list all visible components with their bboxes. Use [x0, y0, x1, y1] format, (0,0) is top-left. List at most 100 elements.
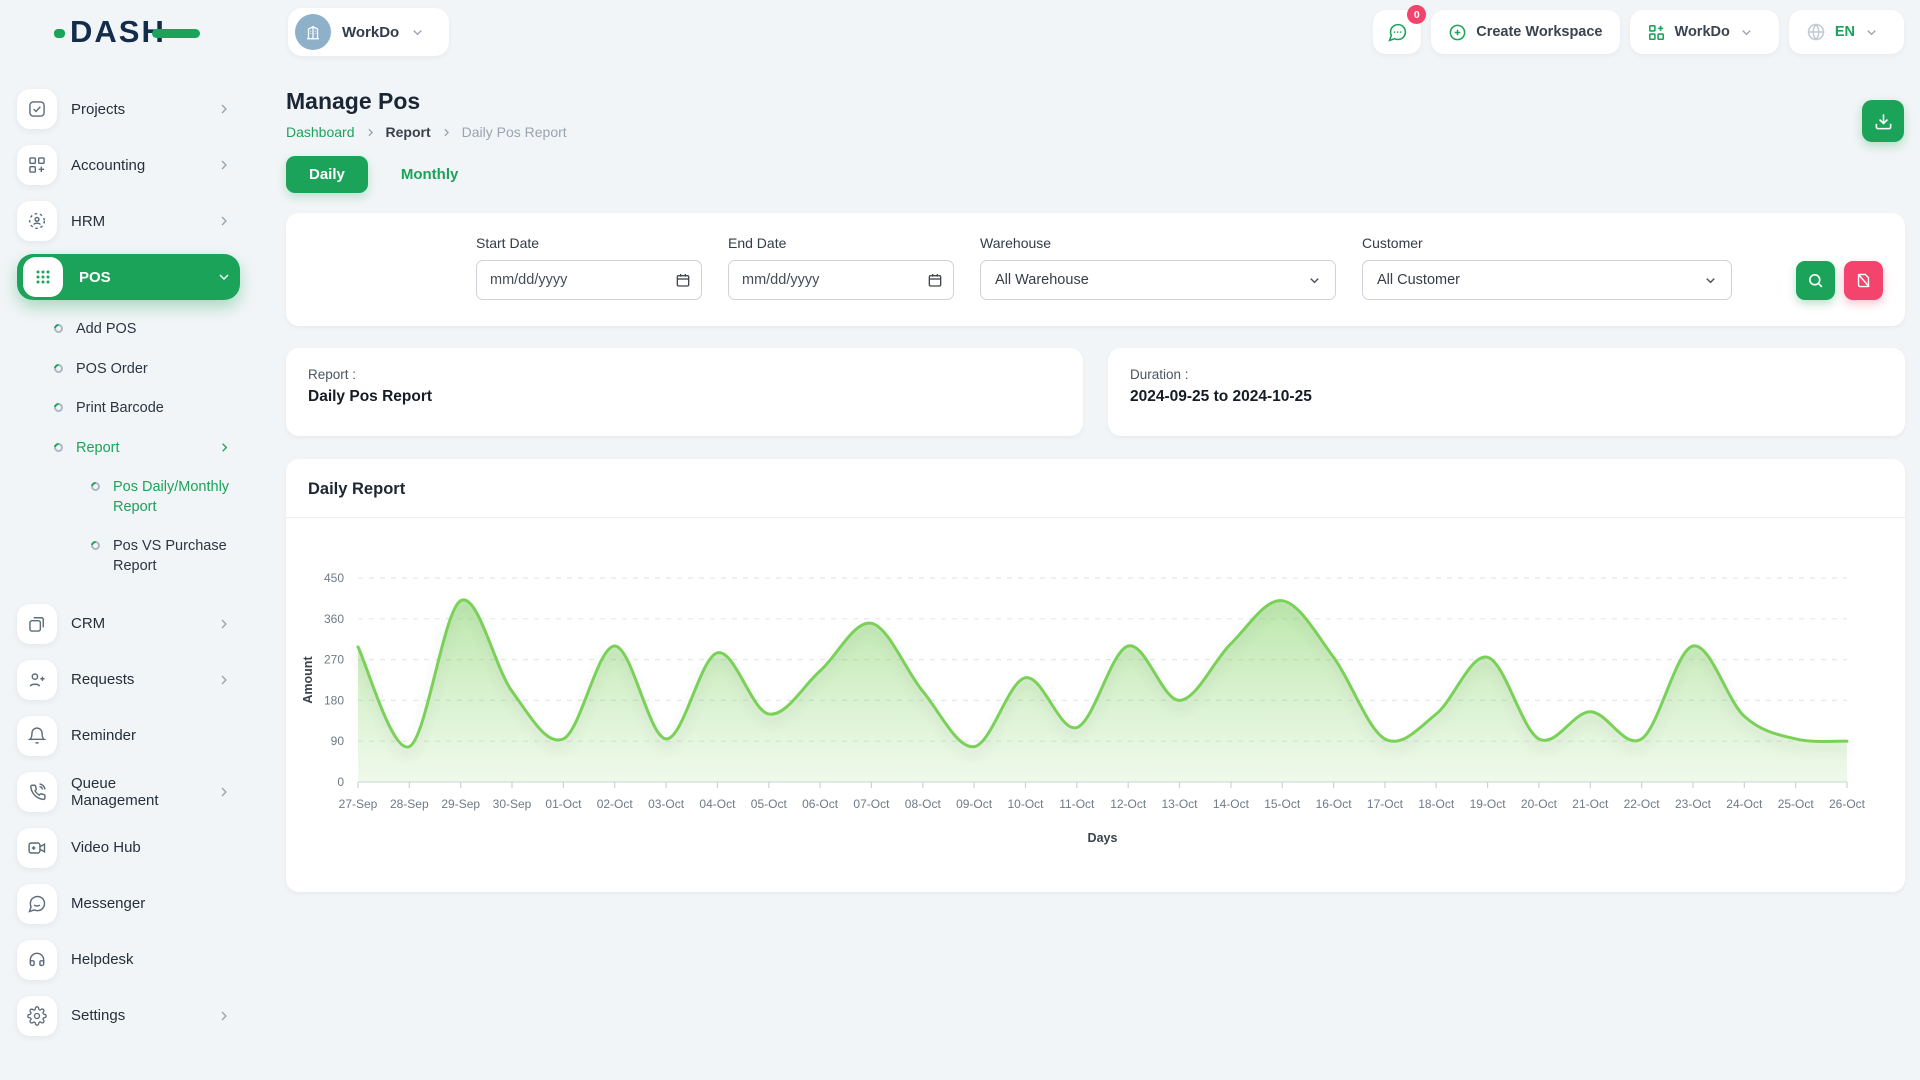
- svg-text:22-Oct: 22-Oct: [1624, 797, 1661, 811]
- create-workspace-label: Create Workspace: [1476, 24, 1602, 40]
- tab-daily[interactable]: Daily: [286, 156, 368, 193]
- svg-text:28-Sep: 28-Sep: [390, 797, 429, 811]
- logo-accent-dot: [54, 29, 65, 38]
- sidebar: Projects Accounting HRM POS Add POS POS …: [0, 64, 264, 1080]
- filter-card: Start Date End Date Warehouse All Wareho…: [286, 213, 1905, 326]
- chart-header: Daily Report: [286, 459, 1905, 517]
- end-date-field: End Date: [728, 235, 954, 300]
- search-button[interactable]: [1796, 261, 1835, 300]
- report-label: Report :: [308, 367, 1061, 382]
- end-date-input[interactable]: [728, 260, 954, 300]
- svg-text:26-Oct: 26-Oct: [1829, 797, 1866, 811]
- warehouse-selected-value: All Warehouse: [995, 272, 1089, 288]
- subitem-label: Pos Daily/Monthly Report: [113, 478, 240, 517]
- sidebar-item-settings[interactable]: Settings: [17, 993, 240, 1039]
- download-button[interactable]: [1862, 100, 1904, 142]
- bullet-icon: [52, 441, 65, 454]
- language-selector[interactable]: EN: [1789, 10, 1904, 54]
- sidebar-item-reminder[interactable]: Reminder: [17, 713, 240, 759]
- sidebar-item-crm[interactable]: CRM: [17, 601, 240, 647]
- daily-report-chart: 45036027018090027-Sep28-Sep29-Sep30-Sep0…: [286, 518, 1905, 890]
- sidebar-item-label: HRM: [71, 213, 202, 230]
- chevron-down-icon: [410, 25, 425, 40]
- chevron-right-icon: [216, 784, 232, 800]
- svg-text:15-Oct: 15-Oct: [1264, 797, 1301, 811]
- language-label: EN: [1835, 24, 1855, 40]
- start-date-input[interactable]: [476, 260, 702, 300]
- sidebar-item-pos[interactable]: POS: [17, 254, 240, 300]
- svg-text:25-Oct: 25-Oct: [1778, 797, 1815, 811]
- workspace-avatar: [295, 14, 331, 50]
- chevron-right-icon: [216, 213, 232, 229]
- chart-card: Daily Report 45036027018090027-Sep28-Sep…: [286, 459, 1905, 892]
- duration-value: 2024-09-25 to 2024-10-25: [1130, 388, 1883, 406]
- sidebar-item-queue-management[interactable]: Queue Management: [17, 769, 240, 815]
- workspace-grid-icon: [1647, 23, 1666, 42]
- sidebar-item-label: CRM: [71, 615, 202, 632]
- bullet-icon: [52, 322, 65, 335]
- sidebar-item-messenger[interactable]: Messenger: [17, 881, 240, 927]
- filter-actions: [1796, 261, 1883, 300]
- brand-logo[interactable]: DASH: [70, 13, 200, 51]
- sidebar-item-hrm[interactable]: HRM: [17, 198, 240, 244]
- sidebar-item-requests[interactable]: Requests: [17, 657, 240, 703]
- sidebar-item-label: Queue Management: [71, 775, 202, 809]
- sidebar-subitem-pos-daily-monthly-report[interactable]: Pos Daily/Monthly Report: [17, 468, 240, 527]
- svg-text:27-Sep: 27-Sep: [339, 797, 378, 811]
- chat-icon: [1387, 22, 1408, 43]
- plus-circle-icon: [1448, 23, 1467, 42]
- svg-text:450: 450: [324, 571, 344, 585]
- sidebar-item-label: Messenger: [71, 895, 240, 912]
- breadcrumb-report[interactable]: Report: [386, 124, 431, 140]
- workspace-switcher[interactable]: WorkDo: [288, 8, 449, 56]
- building-icon: [304, 23, 322, 41]
- messages-button[interactable]: 0: [1373, 10, 1421, 54]
- subitem-label: Add POS: [76, 320, 240, 340]
- reset-filter-button[interactable]: [1844, 261, 1883, 300]
- sidebar-subitem-pos-vs-purchase-report[interactable]: Pos VS Purchase Report: [17, 527, 240, 586]
- create-workspace-button[interactable]: Create Workspace: [1431, 10, 1619, 54]
- sidebar-subitem-report[interactable]: Report: [17, 429, 240, 469]
- main-content: Manage Pos Dashboard Report Daily Pos Re…: [264, 64, 1920, 1080]
- sidebar-subitem-add-pos[interactable]: Add POS: [17, 310, 240, 350]
- svg-text:11-Oct: 11-Oct: [1059, 797, 1095, 811]
- sidebar-item-accounting[interactable]: Accounting: [17, 142, 240, 188]
- sidebar-item-video-hub[interactable]: Video Hub: [17, 825, 240, 871]
- bullet-icon: [52, 362, 65, 375]
- warehouse-field: Warehouse All Warehouse: [980, 235, 1336, 300]
- chevron-down-icon: [1864, 25, 1879, 40]
- tab-monthly[interactable]: Monthly: [378, 156, 482, 193]
- sidebar-item-projects[interactable]: Projects: [17, 86, 240, 132]
- top-header: DASH WorkDo 0 Create Workspace: [0, 0, 1920, 64]
- breadcrumb: Dashboard Report Daily Pos Report: [286, 124, 1905, 140]
- svg-text:12-Oct: 12-Oct: [1110, 797, 1147, 811]
- clear-slash-icon: [1855, 272, 1872, 289]
- svg-text:02-Oct: 02-Oct: [597, 797, 634, 811]
- customer-select[interactable]: All Customer: [1362, 260, 1732, 300]
- svg-text:09-Oct: 09-Oct: [956, 797, 993, 811]
- workspace-menu-button[interactable]: WorkDo: [1630, 10, 1779, 54]
- sidebar-item-helpdesk[interactable]: Helpdesk: [17, 937, 240, 983]
- sidebar-subitem-print-barcode[interactable]: Print Barcode: [17, 389, 240, 429]
- svg-text:360: 360: [324, 612, 344, 626]
- sidebar-subitem-pos-order[interactable]: POS Order: [17, 350, 240, 390]
- warehouse-select[interactable]: All Warehouse: [980, 260, 1336, 300]
- report-period-tabs: Daily Monthly: [286, 156, 1905, 193]
- workspace-menu-label: WorkDo: [1675, 24, 1730, 40]
- subitem-label: Pos VS Purchase Report: [113, 537, 240, 576]
- messages-count-badge: 0: [1407, 5, 1426, 24]
- svg-text:23-Oct: 23-Oct: [1675, 797, 1712, 811]
- gear-icon: [17, 996, 57, 1036]
- breadcrumb-dashboard[interactable]: Dashboard: [286, 124, 355, 140]
- svg-text:0: 0: [337, 775, 344, 789]
- globe-icon: [1806, 22, 1826, 42]
- search-icon: [1807, 272, 1824, 289]
- chevron-right-icon: [216, 101, 232, 117]
- chevron-down-icon: [1739, 25, 1754, 40]
- chevron-down-icon: [1703, 273, 1718, 288]
- chevron-right-icon: [216, 616, 232, 632]
- report-value: Daily Pos Report: [308, 388, 1061, 406]
- svg-text:08-Oct: 08-Oct: [905, 797, 942, 811]
- phone-call-icon: [17, 772, 57, 812]
- logo-accent-bar: [152, 29, 200, 38]
